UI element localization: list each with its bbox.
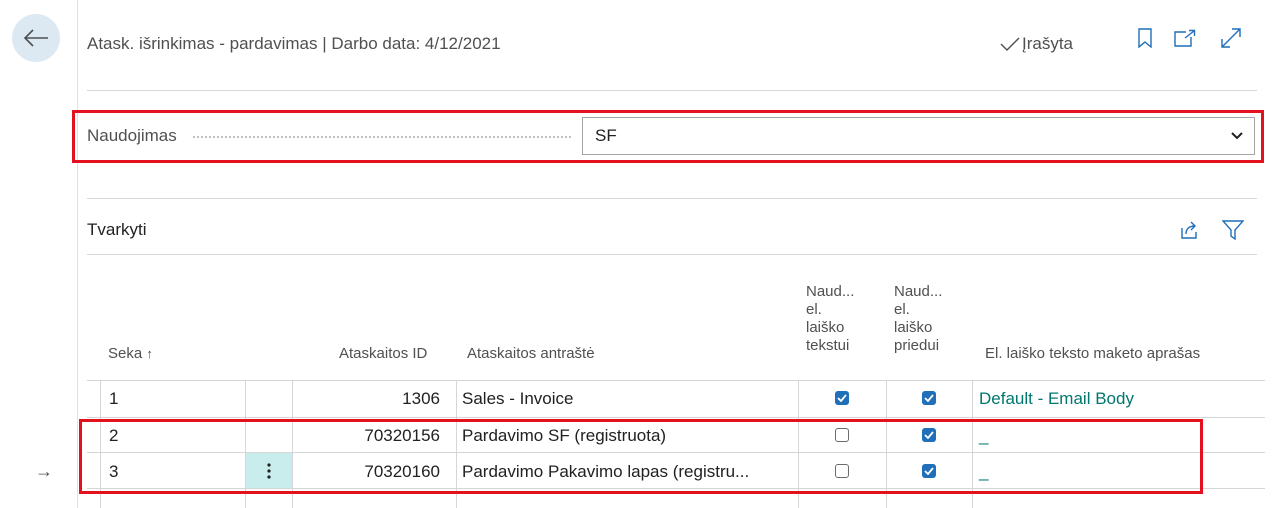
expand-icon: [1221, 28, 1241, 48]
section-title-divider: [87, 254, 1257, 255]
open-new-window-button[interactable]: [1173, 26, 1197, 50]
email-layout-link[interactable]: Default - Email Body: [979, 389, 1134, 409]
column-header-line: priedui: [894, 337, 940, 354]
share-icon: [1181, 221, 1197, 239]
share-button[interactable]: [1176, 218, 1200, 242]
current-row-arrow-icon: →: [35, 461, 53, 481]
column-header-report-caption[interactable]: Ataskaitos antraštė: [467, 345, 595, 363]
filter-icon: [1222, 220, 1244, 240]
column-header-email-layout[interactable]: El. laiško teksto maketo aprašas: [985, 345, 1200, 363]
column-header-line: tekstui: [806, 337, 850, 354]
column-header-line: el.: [806, 301, 822, 318]
checkmark-icon: [837, 394, 847, 402]
left-rail-divider: [77, 0, 78, 508]
checkmark-icon: [924, 394, 934, 402]
column-header-line: laiško: [894, 319, 933, 336]
column-header-line: el.: [894, 301, 910, 318]
bookmark-icon: [1138, 28, 1152, 48]
usage-highlight-box: [72, 110, 1264, 163]
cell-report-caption[interactable]: Sales - Invoice: [462, 389, 574, 409]
page-title: Atask. išrinkimas - pardavimas | Darbo d…: [87, 34, 501, 53]
column-header-seq[interactable]: Seka ↑: [108, 345, 153, 363]
section-divider: [87, 198, 1257, 199]
expand-button[interactable]: [1219, 26, 1243, 50]
email-attachment-checkbox[interactable]: [922, 391, 936, 405]
column-header-line: laiško: [806, 319, 845, 336]
row-line: [87, 417, 1265, 418]
email-body-checkbox[interactable]: [835, 391, 849, 405]
back-button[interactable]: [12, 14, 60, 62]
column-header-seq-label: Seka: [108, 345, 143, 362]
column-header-line: Naud...: [894, 283, 943, 300]
saved-label: Įrašyta: [1022, 34, 1074, 53]
bookmark-button[interactable]: [1133, 26, 1157, 50]
rows-highlight-box: [79, 419, 1203, 494]
filter-button[interactable]: [1221, 218, 1245, 242]
arrow-left-icon: [23, 29, 48, 47]
section-title: Tvarkyti: [87, 220, 147, 239]
sort-ascending-icon: ↑: [146, 346, 153, 361]
saved-status: Įrašyta: [1000, 34, 1073, 54]
check-icon: [1000, 37, 1020, 51]
column-header-use-email-body[interactable]: Naud... el. laiško tekstui: [806, 283, 854, 355]
column-header-line: Naud...: [806, 283, 855, 300]
column-header-report-id[interactable]: Ataskaitos ID: [339, 345, 427, 363]
cell-report-id[interactable]: 1306: [300, 389, 440, 409]
cell-seq[interactable]: 1: [109, 389, 118, 409]
table-header-line: [87, 380, 1265, 381]
column-header-use-email-attachment[interactable]: Naud... el. laiško priedui: [894, 283, 942, 355]
open-new-window-icon: [1174, 29, 1196, 47]
header-divider: [87, 90, 1257, 91]
